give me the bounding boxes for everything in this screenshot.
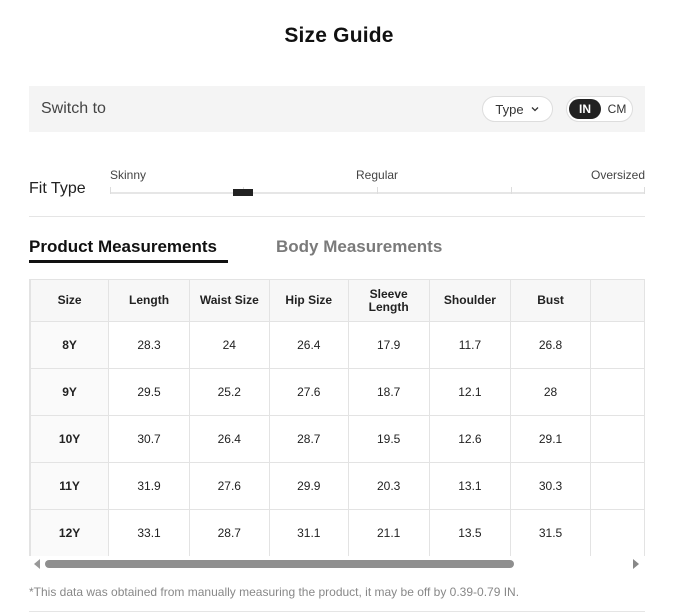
tab-product-measurements[interactable]: Product Measurements — [29, 237, 217, 257]
table-row: 8Y 28.3 24 26.4 17.9 11.7 26.8 — [30, 321, 645, 369]
size-cell: 12Y — [30, 509, 110, 556]
fit-scale-tick — [511, 187, 512, 194]
footer-divider — [29, 611, 645, 612]
unit-in-option[interactable]: IN — [569, 99, 601, 119]
scroll-left-icon[interactable] — [34, 559, 40, 569]
measurement-cell: 31.5 — [510, 509, 591, 556]
column-header: Shoulder — [428, 279, 512, 322]
fit-scale-skinny: Skinny — [110, 168, 147, 182]
measurement-cell: 28 — [510, 368, 591, 416]
chevron-down-icon — [531, 107, 539, 112]
measurement-cell: 18.7 — [347, 368, 430, 416]
type-dropdown[interactable]: Type — [482, 96, 553, 122]
measurement-cell: 26.4 — [188, 415, 270, 463]
unit-toggle: IN CM — [566, 96, 633, 122]
measurement-cell: 20.3 — [347, 462, 430, 510]
measurements-table: Size Length Waist Size Hip Size Sleeve Lengt… — [30, 279, 645, 556]
column-header: Hip Size — [268, 279, 349, 322]
measurement-cell: 26.8 — [510, 321, 591, 369]
table-header-row: Size Length Waist Size Hip Size Sleeve Lengt… — [30, 279, 645, 322]
table-row: 10Y 30.7 26.4 28.7 19.5 12.6 29.1 — [30, 415, 645, 463]
active-tab-underline — [29, 260, 228, 263]
fit-type-marker — [233, 189, 253, 196]
measurement-cell: 27.6 — [188, 462, 270, 510]
measurement-cell: 28.7 — [268, 415, 349, 463]
measurement-cell: 28.3 — [108, 321, 190, 369]
column-header: Length — [108, 279, 190, 322]
measurement-cell: 31.1 — [268, 509, 349, 556]
measurement-cell: 19.5 — [347, 415, 430, 463]
size-cell: 11Y — [30, 462, 110, 510]
measurement-cell: 26.4 — [268, 321, 349, 369]
table-row: 11Y 31.9 27.6 29.9 20.3 13.1 30.3 — [30, 462, 645, 510]
switch-bar: Switch to Type IN CM — [29, 86, 645, 132]
measurement-cell: 29.5 — [108, 368, 190, 416]
measurement-cell: 24 — [188, 321, 270, 369]
fit-type-label: Fit Type — [29, 180, 86, 197]
size-cell: 8Y — [30, 321, 110, 369]
column-header: Sleeve Length — [347, 279, 430, 322]
measurement-cell: 12.6 — [428, 415, 512, 463]
measurement-cell: 33.1 — [108, 509, 190, 556]
fit-scale-regular: Regular — [356, 168, 399, 182]
measurement-cell: 17.9 — [347, 321, 430, 369]
column-header: Bust — [510, 279, 591, 322]
measurement-cell: 13.1 — [428, 462, 512, 510]
measurement-footnote: *This data was obtained from manually me… — [29, 585, 520, 599]
table-row: 9Y 29.5 25.2 27.6 18.7 12.1 28 — [30, 368, 645, 416]
page-title: Size Guide — [284, 24, 394, 47]
measurement-cell: 30.7 — [108, 415, 190, 463]
measurement-cell: 21.1 — [347, 509, 430, 556]
measurement-cell: 13.5 — [428, 509, 512, 556]
column-header: Waist Size — [188, 279, 270, 322]
size-cell: 10Y — [30, 415, 110, 463]
measurements-table-container[interactable]: Size Length Waist Size Hip Size Sleeve Lengt… — [29, 279, 645, 556]
scrollbar-thumb[interactable] — [45, 560, 514, 568]
measurement-cell — [589, 368, 645, 416]
measurement-cell: 29.9 — [268, 462, 349, 510]
measurement-cell: 27.6 — [268, 368, 349, 416]
measurement-cell: 30.3 — [510, 462, 591, 510]
measurement-cell: 29.1 — [510, 415, 591, 463]
measurement-cell: 31.9 — [108, 462, 190, 510]
horizontal-scrollbar[interactable] — [29, 556, 645, 572]
measurement-cell — [589, 415, 645, 463]
unit-cm-option[interactable]: CM — [603, 99, 631, 119]
measurement-cell: 12.1 — [428, 368, 512, 416]
measurement-cell — [589, 321, 645, 369]
measurement-cell — [589, 462, 645, 510]
measurement-cell: 25.2 — [188, 368, 270, 416]
measurement-cell — [589, 509, 645, 556]
column-header: Size — [30, 279, 110, 322]
measurement-cell: 28.7 — [188, 509, 270, 556]
column-header — [589, 279, 645, 322]
fit-scale-tick — [110, 187, 111, 194]
tab-body-measurements[interactable]: Body Measurements — [276, 237, 442, 257]
section-divider — [29, 216, 645, 217]
table-row: 12Y 33.1 28.7 31.1 21.1 13.5 31.5 — [30, 509, 645, 556]
fit-scale-tick — [644, 187, 645, 194]
fit-scale-oversized: Oversized — [591, 168, 646, 182]
fit-scale-tick — [377, 187, 378, 194]
switch-label: Switch to — [41, 100, 106, 117]
measurement-cell: 11.7 — [428, 321, 512, 369]
size-cell: 9Y — [30, 368, 110, 416]
type-label: Type — [495, 101, 524, 117]
scroll-right-icon[interactable] — [633, 559, 639, 569]
